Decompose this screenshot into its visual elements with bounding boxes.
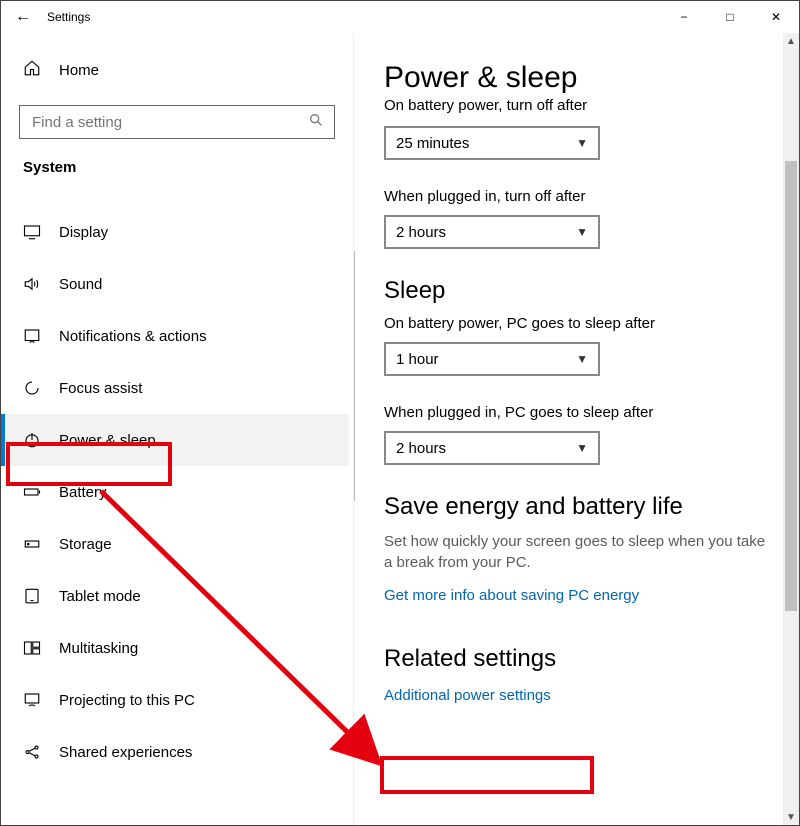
back-button[interactable]: ← bbox=[15, 8, 31, 26]
titlebar: ← Settings − □ ✕ bbox=[1, 1, 799, 33]
sidebar-item-power-sleep[interactable]: Power & sleep bbox=[5, 414, 349, 466]
search-input[interactable] bbox=[30, 113, 308, 132]
scrollbar-thumb[interactable] bbox=[785, 161, 797, 611]
sidebar-item-label: Storage bbox=[59, 536, 112, 553]
energy-info-link[interactable]: Get more info about saving PC energy bbox=[384, 587, 639, 604]
sidebar-item-label: Focus assist bbox=[59, 380, 142, 397]
sleep-battery-label: On battery power, PC goes to sleep after bbox=[384, 315, 769, 332]
section-title: System bbox=[5, 159, 349, 194]
home-icon bbox=[23, 59, 41, 81]
screen-battery-value: 25 minutes bbox=[396, 135, 469, 152]
sidebar-item-notifications[interactable]: Notifications & actions bbox=[5, 310, 349, 362]
search-icon bbox=[308, 112, 324, 133]
main-panel: Power & sleep On battery power, turn off… bbox=[353, 33, 799, 825]
sleep-plugged-label: When plugged in, PC goes to sleep after bbox=[384, 404, 769, 421]
page-title: Power & sleep bbox=[384, 61, 769, 95]
chevron-down-icon: ▼ bbox=[576, 441, 588, 455]
screen-plugged-label: When plugged in, turn off after bbox=[384, 188, 769, 205]
scrollbar[interactable]: ▲ ▼ bbox=[783, 33, 799, 825]
sidebar-item-projecting[interactable]: Projecting to this PC bbox=[5, 674, 349, 726]
chevron-down-icon: ▼ bbox=[576, 225, 588, 239]
battery-icon bbox=[23, 483, 41, 501]
maximize-button[interactable]: □ bbox=[707, 1, 753, 33]
sidebar-item-label: Power & sleep bbox=[59, 432, 156, 449]
focus-assist-icon bbox=[23, 379, 41, 397]
sleep-plugged-value: 2 hours bbox=[396, 440, 446, 457]
sleep-battery-value: 1 hour bbox=[396, 351, 439, 368]
related-heading: Related settings bbox=[384, 645, 769, 673]
sidebar-item-label: Sound bbox=[59, 276, 102, 293]
sidebar-item-shared-experiences[interactable]: Shared experiences bbox=[5, 726, 349, 778]
sidebar-item-sound[interactable]: Sound bbox=[5, 258, 349, 310]
energy-heading: Save energy and battery life bbox=[384, 493, 769, 521]
additional-power-settings-link[interactable]: Additional power settings bbox=[384, 687, 551, 704]
multitasking-icon bbox=[23, 639, 41, 657]
energy-desc: Set how quickly your screen goes to slee… bbox=[384, 531, 769, 573]
projecting-icon bbox=[23, 691, 41, 709]
nav-list: Display Sound Notifications & actions Fo… bbox=[5, 194, 349, 778]
sidebar-item-label: Display bbox=[59, 224, 108, 241]
screen-plugged-dropdown[interactable]: 2 hours ▼ bbox=[384, 215, 600, 249]
screen-plugged-value: 2 hours bbox=[396, 224, 446, 241]
chevron-down-icon: ▼ bbox=[576, 352, 588, 366]
sleep-plugged-dropdown[interactable]: 2 hours ▼ bbox=[384, 431, 600, 465]
window-title: Settings bbox=[47, 10, 90, 24]
shared-icon bbox=[23, 743, 41, 761]
sidebar-item-multitasking[interactable]: Multitasking bbox=[5, 622, 349, 674]
sidebar-item-label: Battery bbox=[59, 484, 107, 501]
sidebar-item-focus-assist[interactable]: Focus assist bbox=[5, 362, 349, 414]
sidebar-item-storage[interactable]: Storage bbox=[5, 518, 349, 570]
sidebar-item-battery[interactable]: Battery bbox=[5, 466, 349, 518]
sidebar-item-display[interactable]: Display bbox=[5, 206, 349, 258]
scroll-indicator bbox=[353, 251, 355, 501]
sleep-heading: Sleep bbox=[384, 277, 769, 305]
storage-icon bbox=[23, 535, 41, 553]
tablet-icon bbox=[23, 587, 41, 605]
sidebar-item-tablet-mode[interactable]: Tablet mode bbox=[5, 570, 349, 622]
sidebar: Home System Display Sound bbox=[1, 33, 353, 825]
sidebar-item-label: Tablet mode bbox=[59, 588, 141, 605]
screen-battery-label: On battery power, turn off after bbox=[384, 97, 769, 114]
home-button[interactable]: Home bbox=[5, 49, 349, 91]
search-box[interactable] bbox=[19, 105, 335, 139]
notifications-icon bbox=[23, 327, 41, 345]
close-button[interactable]: ✕ bbox=[753, 1, 799, 33]
minimize-button[interactable]: − bbox=[661, 1, 707, 33]
sidebar-item-label: Projecting to this PC bbox=[59, 692, 195, 709]
sidebar-item-label: Notifications & actions bbox=[59, 328, 207, 345]
screen-battery-dropdown[interactable]: 25 minutes ▼ bbox=[384, 126, 600, 160]
display-icon bbox=[23, 223, 41, 241]
sound-icon bbox=[23, 275, 41, 293]
sidebar-item-label: Multitasking bbox=[59, 640, 138, 657]
home-label: Home bbox=[59, 62, 99, 79]
scroll-up-icon[interactable]: ▲ bbox=[783, 33, 799, 49]
scroll-down-icon[interactable]: ▼ bbox=[783, 809, 799, 825]
chevron-down-icon: ▼ bbox=[576, 136, 588, 150]
sidebar-item-label: Shared experiences bbox=[59, 744, 192, 761]
sleep-battery-dropdown[interactable]: 1 hour ▼ bbox=[384, 342, 600, 376]
power-icon bbox=[23, 431, 41, 449]
